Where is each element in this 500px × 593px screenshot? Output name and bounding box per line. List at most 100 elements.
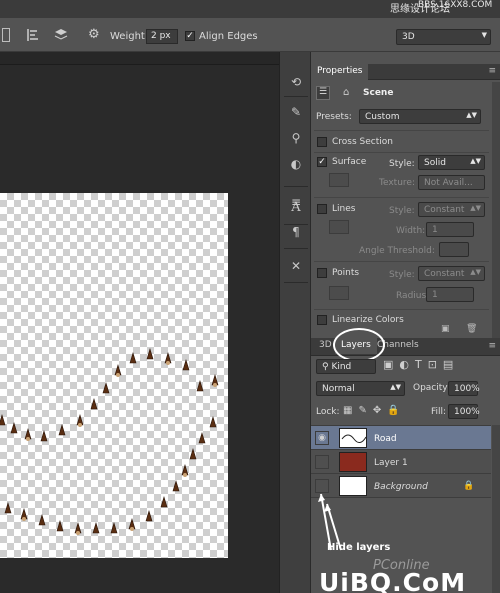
lock-icon: 🔒 — [463, 481, 475, 491]
lines-style-value: Constant — [424, 205, 465, 215]
presets-select[interactable]: Custom ▲▼ — [359, 109, 481, 124]
linearize-checkbox[interactable] — [317, 315, 327, 325]
presets-label: Presets: — [316, 112, 352, 122]
road-cones-image — [0, 347, 219, 535]
cross-section-group: Cross Section — [314, 130, 489, 152]
photoshop-window: ⚙ Weight: 2 px ✓ Align Edges 3D ▼ 思缘设计论坛 … — [0, 0, 500, 593]
eye-hidden-icon[interactable] — [315, 455, 329, 469]
paragraph-icon[interactable]: ¶ — [288, 224, 304, 240]
weight-input[interactable]: 2 px — [146, 29, 178, 44]
blend-mode-select[interactable]: Normal ▲▼ — [316, 381, 405, 396]
layers-scrollbar[interactable] — [492, 425, 500, 593]
presets-value: Custom — [365, 112, 400, 122]
layer-row-layer1[interactable]: Layer 1 — [311, 450, 491, 474]
gear-icon[interactable]: ⚙ — [88, 28, 102, 42]
scene-icon[interactable]: ☰ — [316, 86, 330, 100]
cross-section-label: Cross Section — [332, 137, 393, 147]
dock-divider — [284, 248, 308, 249]
layer-thumbnail — [339, 428, 367, 448]
workspace-select[interactable]: 3D ▼ — [396, 29, 491, 45]
layer-name: Background — [374, 482, 428, 492]
surface-label: Surface — [332, 157, 367, 167]
layer-filter-icons[interactable]: ▣◐T⊡▤ — [383, 358, 459, 371]
brush-preset-icon[interactable]: ✎ — [288, 104, 304, 120]
panel-dock-icons: ⟲ ✎ ⚲ ◐ ≡ A ¶ ✕ — [279, 52, 311, 593]
width-input: 1 — [426, 222, 474, 237]
section-title: Scene — [363, 88, 394, 98]
fill-label: Fill: — [431, 407, 447, 417]
panel-menu-icon[interactable]: ≡ — [488, 341, 496, 351]
distribute-icon[interactable] — [54, 28, 68, 42]
dock-divider — [284, 282, 308, 283]
layer-thumbnail — [339, 452, 367, 472]
surface-color-swatch[interactable] — [329, 173, 349, 187]
chevron-down-icon: ▲▼ — [470, 204, 481, 212]
angle-threshold-input — [439, 242, 469, 257]
align-edges-label: Align Edges — [199, 31, 258, 42]
align-left-icon[interactable] — [2, 28, 10, 42]
chevron-down-icon: ▼ — [481, 31, 487, 39]
trash-icon[interactable]: 🗑 — [466, 324, 477, 334]
chevron-down-icon: ▲▼ — [466, 111, 477, 119]
filter-kind-value: Kind — [331, 362, 352, 372]
watermark-bbs: BBS.16XX8.COM — [418, 0, 493, 10]
blend-mode-value: Normal — [322, 384, 355, 394]
align-edges-checkbox[interactable]: ✓ — [185, 31, 195, 41]
radius-input: 1 — [426, 287, 474, 302]
lines-style-select: Constant ▲▼ — [418, 202, 485, 217]
dock-divider — [284, 96, 308, 97]
clone-source-icon[interactable]: ⚲ — [288, 130, 304, 146]
layer-row-road[interactable]: ◉ Road — [311, 426, 491, 450]
layer-name: Layer 1 — [374, 458, 408, 468]
panel-menu-icon[interactable]: ≡ — [488, 66, 496, 76]
opacity-input[interactable]: 100% — [448, 381, 480, 396]
tab-properties[interactable]: Properties — [311, 64, 369, 80]
history-icon[interactable]: ⟲ — [288, 74, 304, 90]
tools-icon[interactable]: ✕ — [288, 258, 304, 274]
surface-style-select[interactable]: Solid ▲▼ — [418, 155, 485, 170]
linearize-label: Linearize Colors — [332, 315, 404, 325]
render-icon[interactable]: ▣ — [441, 324, 450, 334]
surface-style-label: Style: — [389, 159, 415, 169]
opacity-value: 100% — [454, 384, 480, 394]
cross-section-checkbox[interactable] — [317, 137, 327, 147]
lines-group: Lines Style: Constant ▲▼ Width: 1 Angle T… — [314, 197, 489, 261]
points-style-select: Constant ▲▼ — [418, 266, 485, 281]
lock-options-icons[interactable]: ▦✎✥🔒 — [343, 405, 406, 416]
layer-name: Road — [374, 434, 397, 444]
points-checkbox[interactable] — [317, 268, 327, 278]
transparent-canvas[interactable] — [0, 193, 228, 558]
canvas-background — [0, 64, 279, 593]
lines-label: Lines — [332, 204, 356, 214]
properties-scrollbar[interactable] — [492, 82, 500, 338]
lines-checkbox[interactable] — [317, 204, 327, 214]
linearize-group: Linearize Colors — [314, 309, 489, 329]
surface-group: ✓ Surface Style: Solid ▲▼ Texture: Not Av… — [314, 152, 489, 197]
align-icon[interactable] — [26, 28, 40, 42]
fill-input[interactable]: 100% — [448, 404, 480, 419]
chevron-down-icon: ▲▼ — [470, 268, 481, 276]
eye-icon[interactable]: ◉ — [315, 431, 329, 445]
radius-value: 1 — [432, 290, 438, 300]
points-style-label: Style: — [389, 270, 415, 280]
points-label: Points — [332, 268, 360, 278]
points-color-swatch — [329, 286, 349, 300]
character-icon[interactable]: A — [288, 200, 304, 216]
surface-style-value: Solid — [424, 158, 446, 168]
lights-icon[interactable]: ⌂ — [343, 87, 349, 98]
radius-label: Radius: — [396, 291, 430, 301]
chevron-down-icon: ▲▼ — [470, 157, 481, 165]
adjustments-icon[interactable]: ◐ — [288, 156, 304, 172]
lock-label: Lock: — [316, 407, 340, 417]
options-bar: ⚙ Weight: 2 px ✓ Align Edges 3D ▼ 思缘设计论坛 … — [0, 0, 500, 52]
document-area — [0, 52, 279, 593]
surface-checkbox[interactable]: ✓ — [317, 157, 327, 167]
texture-value: Not Avail... — [424, 178, 473, 188]
angle-threshold-label: Angle Threshold: — [359, 246, 435, 256]
right-panels: Properties ≡ ☰ ⌂ Scene Presets: Custom ▲▼… — [311, 52, 500, 593]
lines-style-label: Style: — [389, 206, 415, 216]
texture-select: Not Avail... — [418, 175, 485, 190]
fill-value: 100% — [454, 407, 480, 417]
filter-kind-select[interactable]: ⚲ Kind — [316, 359, 376, 374]
dock-divider — [284, 186, 308, 187]
